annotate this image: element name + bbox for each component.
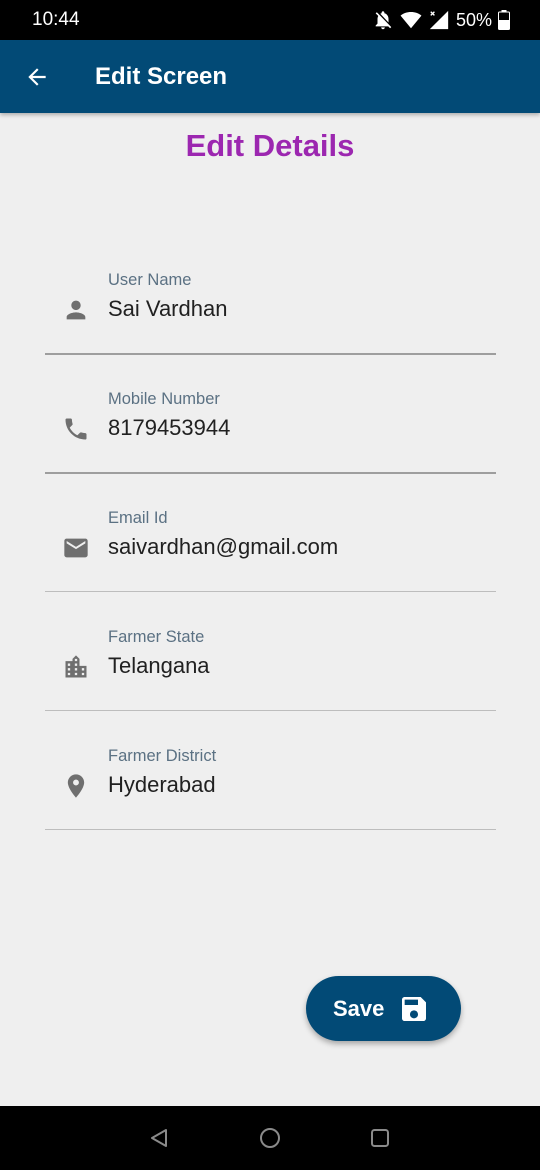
farmer-district-label: Farmer District xyxy=(108,747,217,765)
email-id-label: Email Id xyxy=(108,509,168,527)
user-name-field[interactable]: User Name Sai Vardhan xyxy=(45,270,496,355)
email-icon xyxy=(64,538,88,558)
edit-details-heading: Edit Details xyxy=(185,128,355,163)
wifi-icon xyxy=(400,12,422,29)
mobile-number-field[interactable]: Mobile Number 8179453944 xyxy=(45,389,496,474)
person-icon xyxy=(66,300,86,320)
page-title: Edit Screen xyxy=(95,63,228,90)
battery-icon xyxy=(498,10,510,30)
notifications-off-icon xyxy=(375,11,392,30)
mobile-number-label: Mobile Number xyxy=(108,390,220,408)
status-bar: 10:44 50% xyxy=(0,0,540,40)
farmer-state-value: Telangana xyxy=(108,653,210,678)
nav-recents-button[interactable] xyxy=(364,1122,396,1154)
nav-back-button[interactable] xyxy=(143,1122,175,1154)
system-nav-bar xyxy=(0,1106,540,1170)
user-name-value: Sai Vardhan xyxy=(108,296,228,321)
save-button[interactable]: Save xyxy=(306,976,461,1041)
save-icon xyxy=(402,997,426,1021)
farmer-state-label: Farmer State xyxy=(108,628,205,646)
email-id-value: saivardhan@gmail.com xyxy=(108,534,339,559)
location-pin-icon xyxy=(67,774,85,798)
farmer-district-field[interactable]: Farmer District Hyderabad xyxy=(45,746,496,830)
save-button-label: Save xyxy=(333,996,385,1021)
status-time: 10:44 xyxy=(32,9,80,30)
phone-icon xyxy=(65,418,87,440)
arrow-back-icon xyxy=(28,68,46,86)
city-icon xyxy=(65,655,87,678)
nav-home-icon xyxy=(260,1128,280,1148)
farmer-state-field[interactable]: Farmer State Telangana xyxy=(45,627,496,711)
farmer-district-value: Hyderabad xyxy=(108,772,216,797)
status-icons: 50% xyxy=(372,8,510,32)
mobile-number-value: 8179453944 xyxy=(108,415,231,440)
nav-back-icon xyxy=(151,1129,167,1147)
app-bar: Edit Screen xyxy=(0,40,540,113)
email-id-field[interactable]: Email Id saivardhan@gmail.com xyxy=(45,508,496,592)
nav-recents-icon xyxy=(371,1129,389,1147)
battery-percentage: 50% xyxy=(455,10,492,30)
cell-signal-icon xyxy=(429,10,449,30)
nav-home-button[interactable] xyxy=(254,1122,286,1154)
back-button[interactable] xyxy=(18,58,56,96)
user-name-label: User Name xyxy=(108,271,192,289)
